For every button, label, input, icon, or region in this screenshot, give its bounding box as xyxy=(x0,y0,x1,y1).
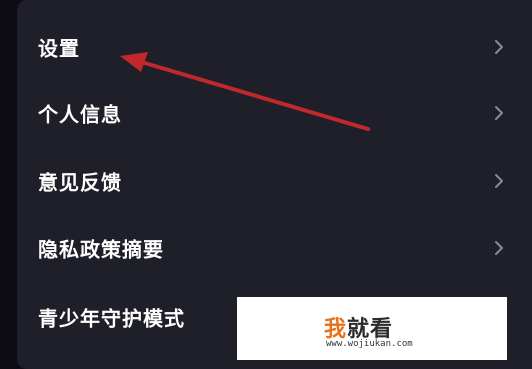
chevron-right-icon xyxy=(492,240,506,256)
menu-item-label: 隐私政策摘要 xyxy=(38,237,164,261)
chevron-right-icon xyxy=(492,39,506,55)
chevron-right-icon xyxy=(492,173,506,189)
watermark-url: www.wojiukan.com xyxy=(326,339,413,349)
watermark: 我就看 www.wojiukan.com xyxy=(237,297,507,360)
menu-item-personal-info[interactable]: 个人信息 xyxy=(17,79,532,146)
menu-item-label: 设置 xyxy=(38,36,80,60)
menu-item-label: 个人信息 xyxy=(38,102,122,126)
menu-item-label: 意见反馈 xyxy=(38,170,122,194)
menu-item-settings[interactable]: 设置 xyxy=(17,13,532,80)
menu-item-feedback[interactable]: 意见反馈 xyxy=(17,147,532,214)
chevron-right-icon xyxy=(492,105,506,121)
menu-item-label: 青少年守护模式 xyxy=(38,306,185,330)
menu-item-privacy-summary[interactable]: 隐私政策摘要 xyxy=(17,214,532,281)
